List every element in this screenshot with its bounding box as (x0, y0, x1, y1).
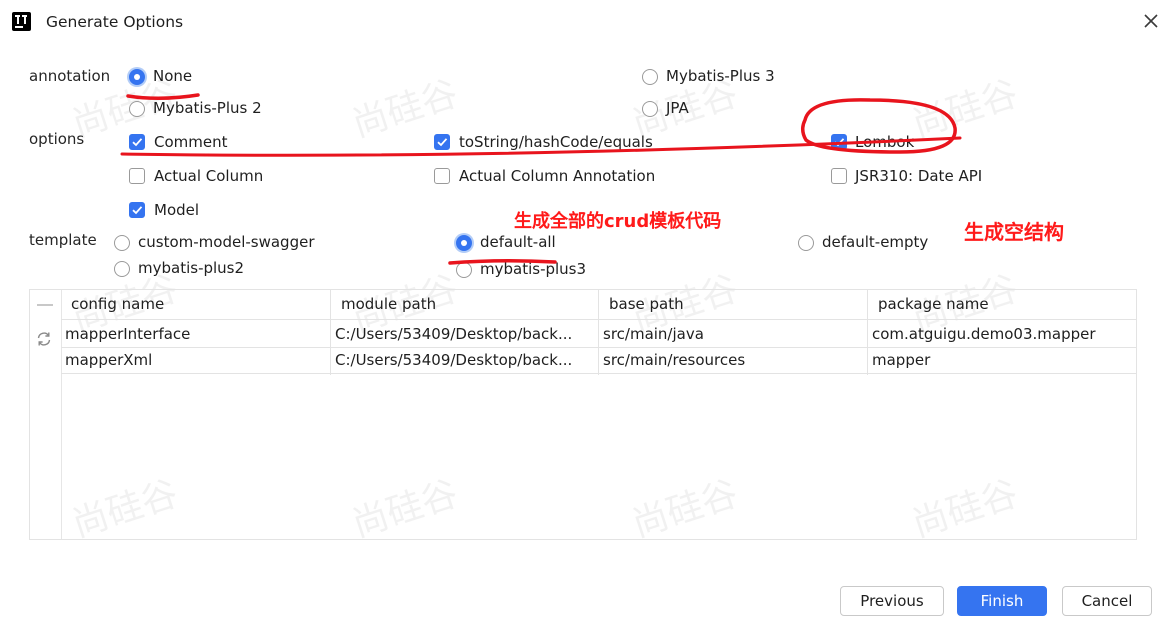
annotation-none-label[interactable]: None (153, 67, 192, 85)
table-cell[interactable]: mapper (868, 347, 1136, 373)
table-cell[interactable]: src/main/java (599, 321, 867, 347)
watermark-text: 尚硅谷 (907, 73, 1023, 146)
annotation-note-crud: 生成全部的crud模板代码 (514, 211, 722, 232)
refresh-icon[interactable] (35, 330, 53, 348)
tostring-hashcode-equals-label[interactable]: toString/hashCode/equals (459, 133, 653, 151)
column-header-module-path[interactable]: module path (331, 290, 601, 319)
table-cell[interactable]: C:/Users/53409/Desktop/back... (331, 321, 598, 347)
template-mybatis-plus2-label[interactable]: mybatis-plus2 (138, 259, 244, 277)
actual-column-label[interactable]: Actual Column (154, 167, 263, 185)
annotation-mybatis-plus3-label[interactable]: Mybatis-Plus 3 (666, 67, 775, 85)
template-mybatis-plus3-radio[interactable] (456, 262, 472, 278)
checkmark-icon (132, 206, 143, 215)
jsr310-date-api-label[interactable]: JSR310: Date API (855, 167, 982, 185)
template-mybatis-plus2-radio[interactable] (114, 261, 130, 277)
annotation-label: annotation (29, 67, 111, 85)
template-label: template (29, 231, 97, 249)
template-mybatis-plus3-label[interactable]: mybatis-plus3 (480, 260, 586, 278)
close-icon[interactable] (1140, 10, 1162, 32)
comment-label[interactable]: Comment (154, 133, 228, 151)
cancel-button[interactable]: Cancel (1062, 586, 1152, 616)
annotation-mybatis-plus2-label[interactable]: Mybatis-Plus 2 (153, 99, 262, 117)
lombok-checkbox[interactable] (831, 134, 847, 150)
actual-column-checkbox[interactable] (129, 168, 145, 184)
previous-button[interactable]: Previous (840, 586, 944, 616)
template-default-all-label[interactable]: default-all (480, 233, 556, 251)
annotation-note-empty: 生成空结构 (964, 220, 1064, 244)
model-label[interactable]: Model (154, 201, 199, 219)
table-cell[interactable]: com.atguigu.demo03.mapper (868, 321, 1136, 347)
template-default-empty-radio[interactable] (798, 235, 814, 251)
column-separator (1136, 290, 1137, 375)
comment-checkbox[interactable] (129, 134, 145, 150)
column-header-base-path[interactable]: base path (599, 290, 867, 319)
options-label: options (29, 130, 85, 148)
jsr310-date-api-checkbox[interactable] (831, 168, 847, 184)
template-custom-model-swagger-radio[interactable] (114, 235, 130, 251)
checkmark-icon (437, 138, 448, 147)
table-cell[interactable]: C:/Users/53409/Desktop/back... (331, 347, 598, 373)
annotation-jpa-radio[interactable] (642, 101, 658, 117)
header-divider (61, 319, 1136, 320)
row-divider (61, 373, 1136, 374)
template-default-empty-label[interactable]: default-empty (822, 233, 928, 251)
window-title: Generate Options (46, 13, 184, 31)
annotation-none-radio[interactable] (129, 69, 145, 85)
template-custom-model-swagger-label[interactable]: custom-model-swagger (138, 233, 314, 251)
lombok-label[interactable]: Lombok (855, 133, 914, 151)
actual-column-annotation-checkbox[interactable] (434, 168, 450, 184)
table-cell[interactable]: mapperXml (61, 347, 330, 373)
annotation-mybatis-plus3-radio[interactable] (642, 69, 658, 85)
actual-column-annotation-label[interactable]: Actual Column Annotation (459, 167, 655, 185)
table-cell[interactable]: mapperInterface (61, 321, 330, 347)
finish-button[interactable]: Finish (957, 586, 1047, 616)
table-cell[interactable]: src/main/resources (599, 347, 867, 373)
template-default-all-radio[interactable] (456, 235, 472, 251)
column-header-config-name[interactable]: config name (61, 290, 331, 319)
checkmark-icon (834, 138, 845, 147)
model-checkbox[interactable] (129, 202, 145, 218)
column-header-package-name[interactable]: package name (868, 290, 1136, 319)
annotation-jpa-label[interactable]: JPA (666, 99, 689, 117)
checkmark-icon (132, 138, 143, 147)
tostring-hashcode-equals-checkbox[interactable] (434, 134, 450, 150)
remove-row-icon[interactable] (37, 304, 53, 306)
table-toolbar (30, 290, 62, 539)
annotation-mybatis-plus2-radio[interactable] (129, 101, 145, 117)
intellij-logo-icon (12, 12, 31, 31)
